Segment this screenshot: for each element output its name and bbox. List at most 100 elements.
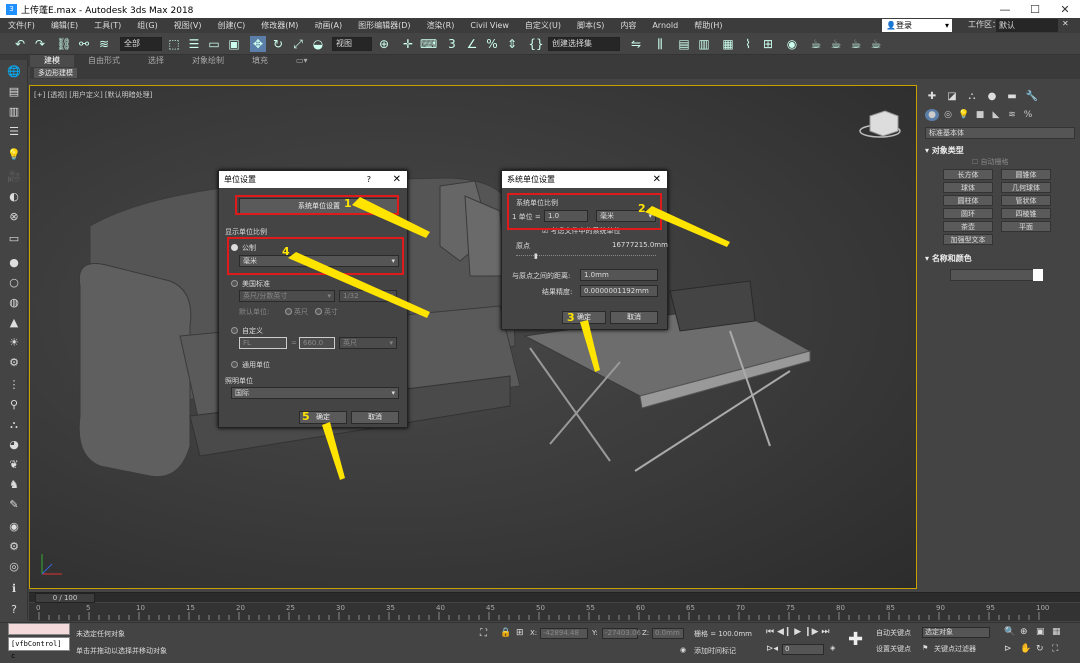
- custom-value-input[interactable]: 660.0: [299, 337, 335, 349]
- hierarchy-icon[interactable]: ⛬: [7, 418, 21, 432]
- utilities-tab-icon[interactable]: 🔧: [1024, 90, 1040, 104]
- menu-file[interactable]: 文件(F): [0, 20, 43, 31]
- camera-icon[interactable]: 🎥: [7, 170, 21, 184]
- lock-icon[interactable]: 🔒: [500, 628, 511, 638]
- login-dropdown[interactable]: 👤登录 ▾: [882, 19, 952, 32]
- us-standard-radio[interactable]: [231, 280, 238, 287]
- plane-button[interactable]: 平面: [1001, 221, 1051, 232]
- pan-icon[interactable]: ✋: [1020, 644, 1031, 654]
- sphere-icon[interactable]: ●: [7, 256, 21, 270]
- rect-selection-icon[interactable]: ▭: [206, 36, 222, 52]
- geosphere-button[interactable]: 几何球体: [1001, 182, 1051, 193]
- inch-radio[interactable]: [315, 308, 322, 315]
- select-place-icon[interactable]: ◒: [310, 36, 326, 52]
- field-of-view-icon[interactable]: ⊳: [1004, 644, 1012, 654]
- maxscript-output[interactable]: [vfbControl] c: [8, 637, 70, 660]
- rotate-icon[interactable]: ↻: [270, 36, 286, 52]
- geometry-icon[interactable]: ●: [925, 109, 939, 121]
- frozen-icon[interactable]: ▭: [7, 232, 21, 246]
- time-config-icon[interactable]: ◈: [830, 644, 835, 652]
- menu-close-icon[interactable]: ✕: [1062, 19, 1069, 28]
- key-selection-dropdown[interactable]: 选定对象: [922, 627, 990, 638]
- hierarchy-tab-icon[interactable]: ⛬: [964, 90, 980, 104]
- rollout-object-type[interactable]: ▾ 对象类型: [925, 145, 1075, 157]
- units-cancel-button[interactable]: 取消: [351, 411, 399, 424]
- torus-button[interactable]: 圆环: [943, 208, 993, 219]
- zoom-all-icon[interactable]: ⊕: [1020, 627, 1028, 637]
- ribbon-tab-selection[interactable]: 选择: [134, 55, 178, 67]
- help-icon[interactable]: ?: [367, 171, 371, 188]
- layer-icon[interactable]: ▤: [7, 85, 21, 99]
- maximize-icon[interactable]: ☐: [1020, 3, 1050, 16]
- menu-graph-editors[interactable]: 图形编辑器(D): [350, 20, 418, 31]
- slider-thumb-icon[interactable]: ▮: [534, 252, 538, 260]
- playback-controls[interactable]: ⏮ ◀❙ ▶ ❙▶ ⏭: [766, 627, 830, 637]
- systems-icon[interactable]: %: [1021, 109, 1035, 121]
- menu-civil-view[interactable]: Civil View: [462, 21, 517, 30]
- helper-icon[interactable]: ◐: [7, 190, 21, 204]
- close-icon[interactable]: ✕: [393, 171, 401, 188]
- autogrid-checkbox[interactable]: ☐ 自动栅格: [972, 157, 1009, 167]
- cameras-icon[interactable]: ■: [973, 109, 987, 121]
- menu-customize[interactable]: 自定义(U): [517, 20, 569, 31]
- sort-icon[interactable]: ▥: [7, 105, 21, 119]
- us-fraction-dropdown[interactable]: 1/32 ▾: [339, 290, 397, 302]
- scene-explorer-globe-icon[interactable]: 🌐: [7, 65, 21, 79]
- maximize-viewport-icon[interactable]: ⛶: [1052, 644, 1058, 654]
- schematic-view-icon[interactable]: ⊞: [760, 36, 776, 52]
- track-bar[interactable]: 0 5 10 15 20 25 30 35 40 45 50 55 60 65 70 75 80 85 90 95 10…: [29, 603, 1080, 621]
- menu-content[interactable]: 内容: [612, 20, 644, 31]
- ribbon-tab-modeling[interactable]: 建模: [30, 55, 74, 67]
- custom-name-input[interactable]: FL: [239, 337, 287, 349]
- earth-icon[interactable]: ◕: [7, 438, 21, 452]
- unlink-icon[interactable]: ⚯: [76, 36, 92, 52]
- figure-icon[interactable]: ♞: [7, 478, 21, 492]
- material-editor-icon[interactable]: ◉: [784, 36, 800, 52]
- minimize-icon[interactable]: —: [990, 3, 1020, 16]
- perspective-viewport[interactable]: [+] [透视] [用户定义] [默认明暗处理]: [29, 85, 917, 589]
- generic-units-radio[interactable]: [231, 361, 238, 368]
- menu-tools[interactable]: 工具(T): [86, 20, 129, 31]
- undo-icon[interactable]: ↶: [12, 36, 28, 52]
- helpers-icon[interactable]: ◣: [989, 109, 1003, 121]
- render-setup-icon[interactable]: ☕: [808, 36, 824, 52]
- ribbon-tab-object-paint[interactable]: 对象绘制: [178, 55, 238, 67]
- viewcube-icon[interactable]: [859, 110, 901, 138]
- scale-icon[interactable]: ⤢: [290, 36, 306, 52]
- info-icon[interactable]: ℹ: [7, 582, 21, 596]
- keyboard-shortcut-icon[interactable]: ⌨: [420, 36, 437, 52]
- custom-radio[interactable]: [231, 327, 238, 334]
- isolate-icon[interactable]: ⛶: [480, 628, 487, 639]
- redo-icon[interactable]: ↷: [32, 36, 48, 52]
- lights-icon[interactable]: 💡: [957, 109, 971, 121]
- list-icon[interactable]: ☰: [7, 125, 21, 139]
- circle-icon[interactable]: ○: [7, 276, 21, 290]
- menu-arnold[interactable]: Arnold: [644, 21, 686, 30]
- teapot-button[interactable]: 茶壶: [943, 221, 993, 232]
- sun-icon[interactable]: ☀: [7, 336, 21, 350]
- custom-unit-dropdown[interactable]: 英尺 ▾: [339, 337, 397, 349]
- gear-icon[interactable]: ⚙: [7, 356, 21, 370]
- add-time-tag-button[interactable]: 添加时间标记: [694, 646, 736, 656]
- zoom-extents-icon[interactable]: ▣: [1036, 627, 1045, 637]
- motion-tab-icon[interactable]: ●: [984, 90, 1000, 104]
- rendered-frame-icon[interactable]: ☕: [828, 36, 844, 52]
- bind-space-warp-icon[interactable]: ≋: [96, 36, 112, 52]
- render-iterative-icon[interactable]: ☕: [868, 36, 884, 52]
- key-filter-icon[interactable]: ⚑: [922, 644, 928, 652]
- named-selection-dropdown[interactable]: 创建选择集: [548, 37, 620, 51]
- angle-snap-icon[interactable]: ∠: [464, 36, 480, 52]
- x-coordinate-input[interactable]: -42894.48: [540, 628, 588, 639]
- text-plus-button[interactable]: 加强型文本: [943, 234, 993, 245]
- grid-icon[interactable]: ⋮: [7, 378, 21, 392]
- help-icon[interactable]: ?: [7, 603, 21, 617]
- menu-edit[interactable]: 编辑(E): [43, 20, 86, 31]
- cone-icon[interactable]: ▲: [7, 316, 21, 330]
- display-tab-icon[interactable]: ▬: [1004, 90, 1020, 104]
- select-by-name-icon[interactable]: ☰: [186, 36, 202, 52]
- align-icon[interactable]: ⫼: [652, 36, 668, 52]
- ribbon-options-icon[interactable]: ▭▾: [282, 55, 322, 67]
- selection-filter-dropdown[interactable]: 全部: [120, 37, 162, 51]
- render-production-icon[interactable]: ☕: [848, 36, 864, 52]
- us-unit-dropdown[interactable]: 英尺/分数英寸 ▾: [239, 290, 335, 302]
